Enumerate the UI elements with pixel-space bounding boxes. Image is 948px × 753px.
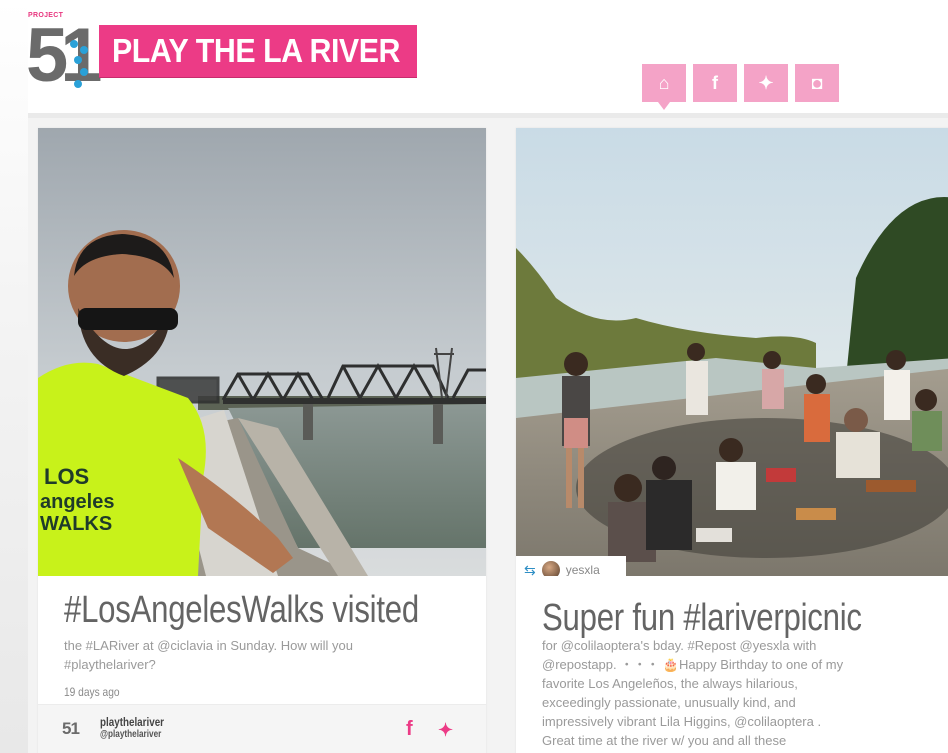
author-avatar[interactable]: 51 [62,719,86,741]
post-caption-line: #playthelariver? [64,657,156,672]
shirt-text-angeles: angeles [40,491,114,513]
post-caption-line: @repostapp. ・・・ 🎂Happy Birthday to one o… [542,657,844,672]
instagram-icon: ◘ [811,72,823,93]
site-title-banner[interactable]: PLAY THE LA RIVER [99,25,417,77]
site-title: PLAY THE LA RIVER [112,32,400,69]
post-time-ago: 19 days ago [64,685,120,699]
twitter-share-icon[interactable]: ✦ [438,720,453,741]
twitter-nav-button[interactable]: ✦ [744,64,788,102]
repost-icon: ⇆ [524,561,536,577]
logo-dots [70,40,90,100]
post-caption-line: exceedingly passionate, unusually kind, … [542,695,796,710]
post-photo[interactable]: LOS angeles WALKS [38,128,486,576]
facebook-icon: f [712,72,718,93]
post-caption-line: favorite Los Angeleños, the always hilar… [542,676,798,691]
shirt-text-los: LOS [44,464,89,489]
home-icon: ⌂ [658,72,670,93]
site-header: PROJECT 51 PLAY THE LA RIVER ⌂ f ✦ ◘ [0,0,948,118]
home-nav-button[interactable]: ⌂ [642,64,686,110]
post-card[interactable]: LOS angeles WALKS #LosAngelesWalks visit… [38,128,486,753]
post-caption-line: Great time at the river w/ you and all t… [542,733,787,748]
instagram-nav-button[interactable]: ◘ [795,64,839,102]
post-feed: LOS angeles WALKS #LosAngelesWalks visit… [28,118,948,753]
post-card[interactable]: ⇆ yesxla Super fun #lariverpicnic for @c… [516,128,948,753]
twitter-icon: ✦ [758,72,774,93]
shirt-text-walks: WALKS [40,513,112,535]
post-caption-line: for @colilaoptera's bday. #Repost @yesxl… [542,638,817,653]
author-name[interactable]: playthelariver [100,716,164,728]
post-headline[interactable]: #LosAngelesWalks visited [64,590,419,630]
project-51-logo[interactable]: PROJECT 51 [26,10,102,94]
post-headline[interactable]: Super fun #lariverpicnic [542,598,862,638]
facebook-share-icon[interactable]: f [406,718,413,741]
post-caption-line: impressively vibrant Lila Higgins, @coli… [542,714,822,729]
repost-attribution[interactable]: ⇆ yesxla [516,556,626,576]
author-handle[interactable]: @playthelariver [100,729,161,740]
reposter-username: yesxla [565,563,600,576]
facebook-nav-button[interactable]: f [693,64,737,102]
post-caption-line: the #LARiver at @ciclavia in Sunday. How… [64,638,353,653]
post-photo[interactable]: ⇆ yesxla [516,128,948,576]
reposter-avatar [541,561,560,576]
post-footer: 51 playthelariver @playthelariver f ✦ [38,704,486,753]
